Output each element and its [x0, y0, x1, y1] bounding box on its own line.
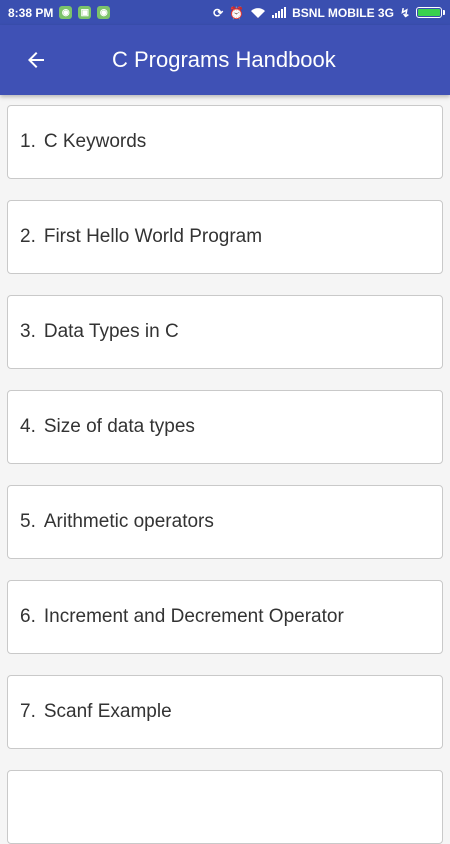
android-icon: ◉	[97, 6, 111, 19]
list-item-title: Size of data types	[43, 416, 195, 437]
list-item[interactable]: 7. Scanf Example	[7, 675, 443, 749]
list-item-title: Data Types in C	[43, 321, 179, 342]
status-left: 8:38 PM ◉ ▣ ◉	[8, 5, 111, 20]
list-item-title: First Hello World Program	[43, 226, 263, 247]
list-item-number: 1.	[20, 131, 36, 152]
list-item-title: Arithmetic operators	[43, 511, 214, 532]
list-item[interactable]: 3. Data Types in C	[7, 295, 443, 369]
list-item[interactable]: 1. C Keywords	[7, 105, 443, 179]
list-item-number: 4.	[20, 416, 36, 437]
status-right: ⟳ ⏰ BSNL MOBILE 3G ↯	[213, 5, 445, 20]
list-item-number: 3.	[20, 321, 36, 342]
list-item-title: C Keywords	[43, 131, 147, 152]
shopping-bag-icon: ▣	[78, 6, 92, 19]
list-item-number: 6.	[20, 606, 36, 627]
carrier-name: BSNL MOBILE 3G	[292, 5, 394, 20]
list-item[interactable]: 6. Increment and Decrement Operator	[7, 580, 443, 654]
wifi-icon	[251, 7, 266, 18]
list-item[interactable]: 4. Size of data types	[7, 390, 443, 464]
back-button[interactable]	[8, 32, 64, 88]
app-bar: C Programs Handbook	[0, 25, 450, 95]
status-bar: 8:38 PM ◉ ▣ ◉ ⟳ ⏰ BSNL MOBILE 3G ↯	[0, 0, 450, 25]
list-item[interactable]	[7, 770, 443, 844]
android-icon: ◉	[59, 6, 73, 19]
sync-icon: ⟳	[213, 5, 224, 20]
arrow-left-icon	[28, 52, 44, 68]
list-item-number: 5.	[20, 511, 36, 532]
battery-level	[418, 9, 440, 16]
list-item[interactable]: 2. First Hello World Program	[7, 200, 443, 274]
page-title: C Programs Handbook	[112, 47, 336, 72]
status-time: 8:38 PM	[8, 5, 54, 20]
list-item-title: Scanf Example	[43, 701, 172, 722]
alarm-icon: ⏰	[229, 5, 245, 20]
list-item-title: Increment and Decrement Operator	[43, 606, 344, 627]
list-item-number: 7.	[20, 701, 36, 722]
list-item[interactable]: 5. Arithmetic operators	[7, 485, 443, 559]
charging-icon: ↯	[399, 5, 410, 20]
battery-icon	[416, 7, 445, 18]
list-item-number: 2.	[20, 226, 36, 247]
signal-icon	[272, 7, 287, 18]
